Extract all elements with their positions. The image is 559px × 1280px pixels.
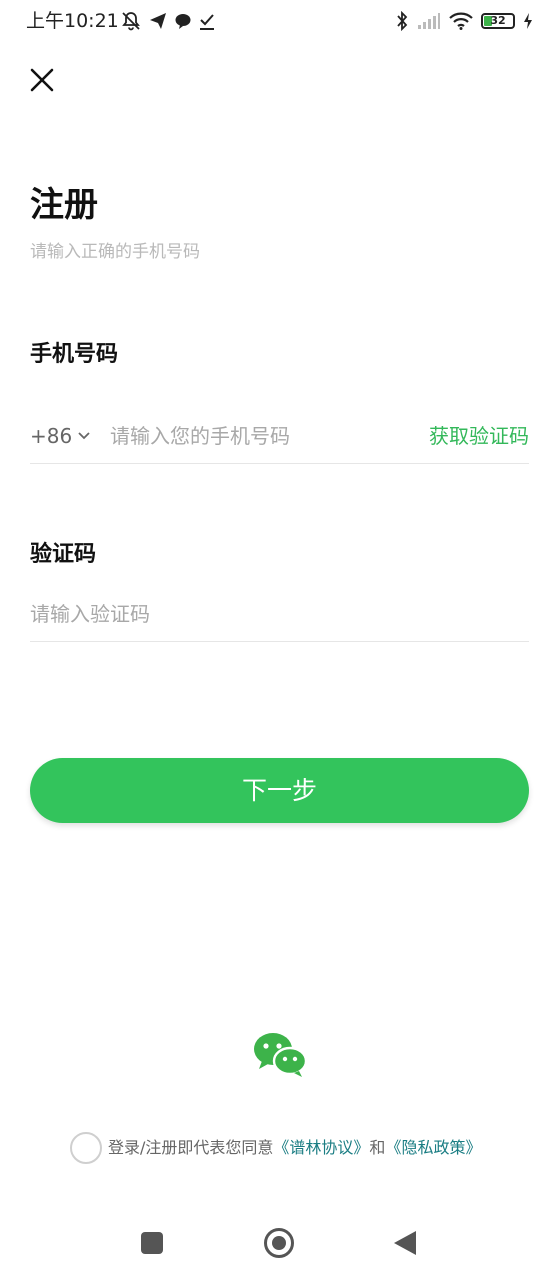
page-subtitle: 请输入正确的手机号码 (30, 242, 200, 262)
chevron-down-icon (78, 432, 90, 440)
charging-icon (524, 13, 532, 29)
phone-label: 手机号码 (30, 342, 119, 367)
get-code-button[interactable]: 获取验证码 (429, 422, 529, 450)
agree-checkbox[interactable] (70, 1132, 102, 1164)
phone-input[interactable] (110, 420, 410, 452)
wifi-icon (449, 12, 473, 30)
chat-bubble-icon (175, 14, 191, 29)
phone-row: +86 获取验证码 (30, 412, 529, 464)
back-button[interactable] (394, 1231, 416, 1255)
wechat-icon[interactable] (252, 1030, 308, 1078)
code-label: 验证码 (30, 542, 97, 567)
status-icons-right: 32 (395, 10, 533, 32)
agreement-link[interactable]: 《谱林协议》 (273, 1137, 369, 1159)
mute-bell-icon (122, 12, 140, 31)
status-time: 上午10:21 (26, 10, 119, 32)
download-check-icon (200, 14, 214, 30)
code-row (30, 590, 529, 642)
recents-button[interactable] (141, 1232, 163, 1254)
system-nav-bar (0, 1218, 559, 1268)
send-icon (150, 13, 166, 29)
register-screen: 上午10:21 32 注册 请输入正确的手机号码 手机号码 +86 请输入您的手… (0, 0, 559, 1280)
signal-icon (418, 13, 440, 29)
agree-and: 和 (369, 1138, 386, 1157)
code-input[interactable] (30, 598, 529, 630)
country-code: +86 (30, 424, 73, 448)
bluetooth-icon (397, 11, 408, 31)
close-icon[interactable] (28, 66, 56, 94)
privacy-link[interactable]: 《隐私政策》 (385, 1137, 481, 1159)
home-button[interactable] (264, 1228, 294, 1258)
country-code-selector[interactable]: +86 (30, 422, 90, 450)
page-title: 注册 (30, 185, 98, 225)
agree-text: 登录/注册即代表您同意 (108, 1138, 274, 1157)
agreement-row: 登录/注册即代表您同意 《谱林协议》 和 《隐私政策》 (70, 1131, 481, 1165)
battery-level: 32 (490, 14, 506, 27)
battery-icon: 32 (481, 13, 515, 29)
next-button[interactable]: 下一步 (30, 758, 529, 823)
status-icons-left (120, 10, 216, 32)
